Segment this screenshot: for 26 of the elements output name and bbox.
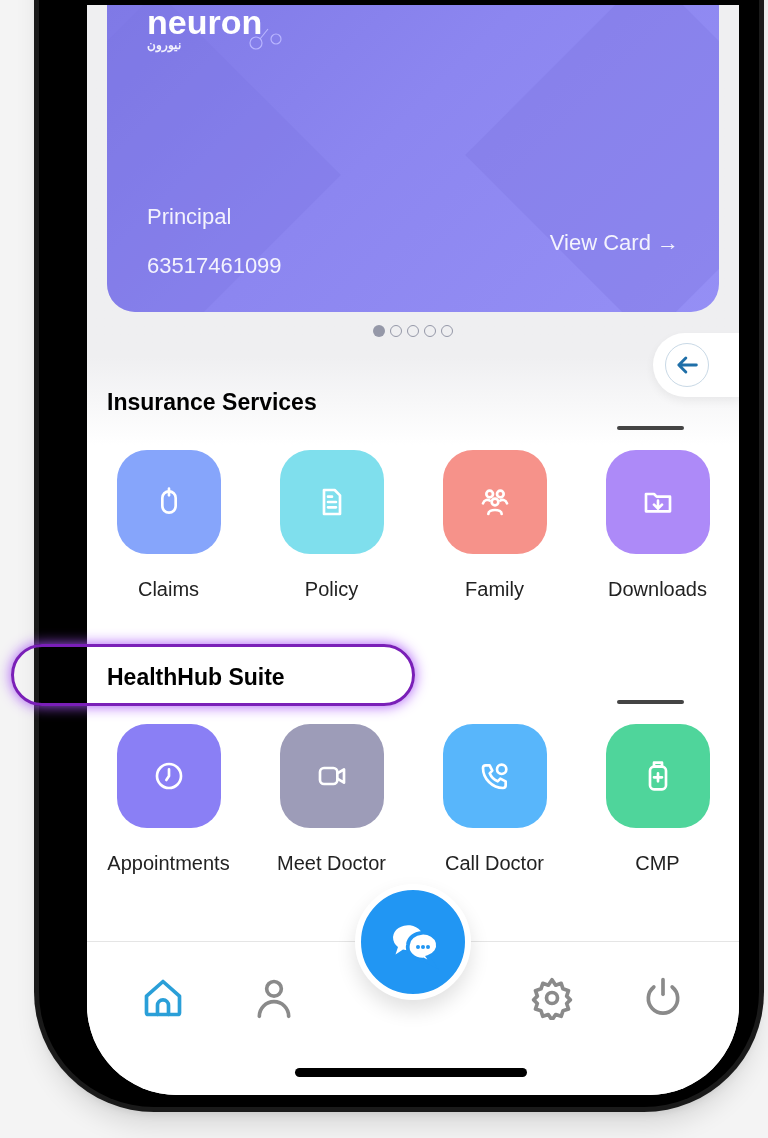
service-label: Meet Doctor (277, 851, 386, 876)
scroll-indicator (617, 700, 684, 704)
service-tile[interactable]: Policy (250, 449, 413, 604)
service-tile[interactable]: CMP (576, 724, 739, 878)
card-number: 63517461099 (147, 252, 282, 280)
service-tile[interactable]: Appointments (87, 724, 250, 878)
service-tile[interactable]: Call Doctor (413, 724, 576, 878)
service-label: Claims (137, 576, 200, 602)
logo: neuron (147, 5, 263, 39)
card-holder-type: Principal (147, 203, 232, 231)
back-button[interactable] (653, 333, 739, 397)
service-tile[interactable]: Family (413, 449, 576, 604)
service-tile[interactable]: Downloads (576, 449, 739, 604)
service-label: Call Doctor (445, 851, 544, 876)
service-label: Family (465, 576, 524, 602)
service-label: CMP (635, 851, 680, 876)
service-label: Appointments (107, 851, 230, 876)
settings-icon (530, 976, 575, 1020)
section-title: HealthHub Suite (107, 662, 285, 692)
section-title: Insurance Services (107, 388, 317, 417)
service-tile[interactable]: Meet Doctor (250, 724, 413, 878)
service-label: Downloads (608, 576, 707, 602)
logo-arabic: نيورون (147, 39, 182, 51)
scroll-indicator (617, 425, 684, 430)
service-tile[interactable]: Claims (87, 449, 250, 604)
service-label: Policy (304, 576, 359, 602)
